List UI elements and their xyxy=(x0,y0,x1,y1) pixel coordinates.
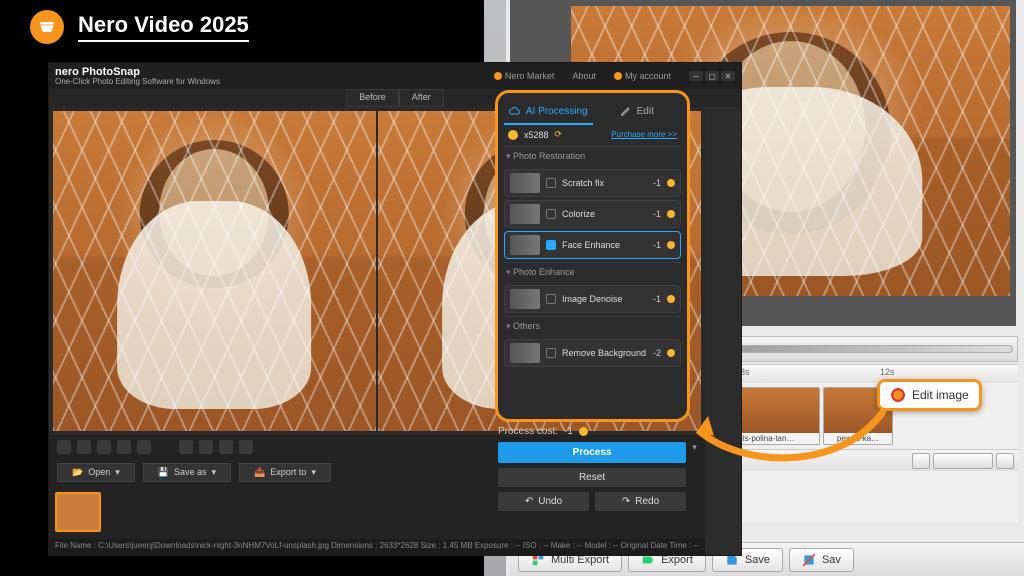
view-mode-icon[interactable] xyxy=(97,440,111,454)
save-disabled-button[interactable]: Sav xyxy=(789,548,854,572)
option-thumb xyxy=(510,343,540,363)
rotate-right-icon[interactable] xyxy=(199,440,213,454)
refresh-icon[interactable]: ⟳ xyxy=(555,129,563,140)
product-title: Nero Video 2025 xyxy=(78,12,249,42)
window-titlebar[interactable]: nero PhotoSnap One-Click Photo Editing S… xyxy=(49,63,741,89)
zoom-out-button[interactable] xyxy=(912,453,930,469)
status-bar: File Name : C:\Users\jueenj\Downloads\ni… xyxy=(49,539,705,555)
ai-option-face-enhance[interactable]: Face Enhance -1 xyxy=(504,231,681,259)
thumbnail[interactable] xyxy=(55,492,101,532)
before-tab[interactable]: Before xyxy=(346,89,399,107)
ai-option-colorize[interactable]: Colorize -1 xyxy=(504,200,681,228)
account-link[interactable]: My account xyxy=(614,71,671,81)
option-label: Face Enhance xyxy=(562,240,647,250)
coin-icon xyxy=(579,427,588,436)
ai-option-scratch-fix[interactable]: Scratch fix -1 xyxy=(504,169,681,197)
ruler-mark: 12s xyxy=(880,367,895,377)
option-thumb xyxy=(510,173,540,193)
redo-button[interactable]: ↷ Redo xyxy=(595,492,686,511)
play-icon[interactable] xyxy=(239,440,253,454)
option-label: Image Denoise xyxy=(562,294,647,304)
product-banner: Nero Video 2025 xyxy=(30,10,249,44)
zoom-in-button[interactable] xyxy=(996,453,1014,469)
option-thumb xyxy=(510,235,540,255)
checkbox[interactable] xyxy=(546,240,556,250)
maximize-button[interactable]: ▢ xyxy=(705,71,719,81)
option-label: Remove Background xyxy=(562,348,647,358)
edit-tab[interactable]: Edit xyxy=(593,99,682,125)
before-image[interactable] xyxy=(53,111,376,431)
option-cost: -1 xyxy=(653,294,661,304)
view-mode-icon[interactable] xyxy=(57,440,71,454)
coin-icon xyxy=(667,241,675,249)
save-as-button[interactable]: 💾 Save as ▾ xyxy=(143,463,231,482)
ai-processing-tab[interactable]: AI Processing xyxy=(504,99,593,125)
checkbox[interactable] xyxy=(546,209,556,219)
checkbox[interactable] xyxy=(546,294,556,304)
section-header: ▾ Photo Restoration xyxy=(504,146,681,166)
checkbox[interactable] xyxy=(546,348,556,358)
about-link[interactable]: About xyxy=(572,71,596,81)
option-cost: -1 xyxy=(653,240,661,250)
nero-logo-icon xyxy=(30,10,64,44)
nero-market-link[interactable]: Nero Market xyxy=(494,71,555,81)
undo-button[interactable]: ↶ Undo xyxy=(498,492,589,511)
edit-image-popup[interactable]: Edit image xyxy=(877,379,982,411)
ai-bottom-controls: Process cost: -1 Process Reset ↶ Undo ↷ … xyxy=(498,426,686,511)
open-button[interactable]: 📂 Open ▾ xyxy=(57,463,135,482)
zoom-slider[interactable] xyxy=(933,453,993,469)
coin-icon xyxy=(667,210,675,218)
option-label: Scratch fix xyxy=(562,178,647,188)
flip-icon[interactable] xyxy=(219,440,233,454)
option-cost: -2 xyxy=(653,348,661,358)
coin-icon xyxy=(667,349,675,357)
credits-amount: x5288 xyxy=(524,130,549,140)
ai-option-remove-background[interactable]: Remove Background -2 xyxy=(504,339,681,367)
purchase-link[interactable]: Purchase more >> xyxy=(611,130,677,139)
process-cost-row: Process cost: -1 xyxy=(498,426,686,437)
scrub-slider[interactable] xyxy=(713,345,1013,353)
ai-option-image-denoise[interactable]: Image Denoise -1 xyxy=(504,285,681,313)
rotate-left-icon[interactable] xyxy=(179,440,193,454)
section-header: ▾ Photo Enhance xyxy=(504,262,681,282)
option-thumb xyxy=(510,289,540,309)
section-header: ▾ Others xyxy=(504,316,681,336)
export-to-button[interactable]: 📤 Export to ▾ xyxy=(239,463,331,482)
view-mode-icon[interactable] xyxy=(137,440,151,454)
close-button[interactable]: ✕ xyxy=(721,71,735,81)
option-thumb xyxy=(510,204,540,224)
after-tab[interactable]: After xyxy=(399,89,444,107)
process-button[interactable]: Process xyxy=(498,442,686,463)
edit-image-icon xyxy=(890,387,906,403)
ai-processing-panel: AI Processing Edit x5288 ⟳ Purchase more… xyxy=(495,90,690,422)
app-tagline: One-Click Photo Editing Software for Win… xyxy=(55,78,220,86)
option-label: Colorize xyxy=(562,209,647,219)
coin-icon xyxy=(667,295,675,303)
option-cost: -1 xyxy=(653,178,661,188)
minimize-button[interactable]: ─ xyxy=(689,71,703,81)
option-cost: -1 xyxy=(653,209,661,219)
coin-icon xyxy=(667,179,675,187)
chevron-down-icon[interactable]: ▾ xyxy=(692,442,697,453)
credits-row: x5288 ⟳ Purchase more >> xyxy=(504,125,681,146)
view-mode-icon[interactable] xyxy=(117,440,131,454)
view-mode-icon[interactable] xyxy=(77,440,91,454)
checkbox[interactable] xyxy=(546,178,556,188)
coin-icon xyxy=(508,130,518,140)
reset-button[interactable]: Reset xyxy=(498,468,686,487)
